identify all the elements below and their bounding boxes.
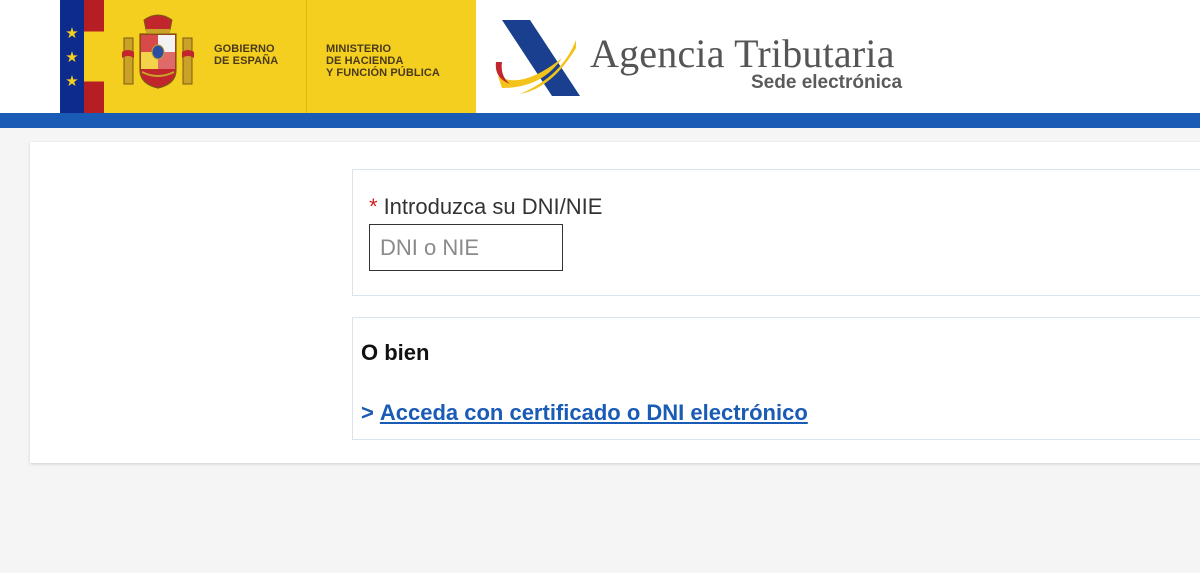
government-name-line: DE ESPAÑA: [214, 55, 279, 67]
site-header: ★ ★ ★ GOBIERNO DE ESPAÑA MINISTERIO DE H…: [0, 0, 1200, 113]
certificate-login-link[interactable]: Acceda con certificado o DNI electrónico: [380, 400, 808, 425]
required-mark: *: [369, 194, 378, 219]
dni-input[interactable]: [369, 224, 563, 271]
government-name-line: GOBIERNO: [214, 43, 275, 55]
header-blue-bar: [0, 113, 1200, 128]
ministry-name-line: MINISTERIO: [326, 43, 392, 55]
star-icon: ★: [65, 72, 79, 90]
certificate-link-row: > Acceda con certificado o DNI electrónic…: [361, 400, 808, 426]
divider: [306, 0, 307, 113]
star-icon: ★: [65, 48, 79, 66]
alternative-title: O bien: [361, 340, 430, 365]
eu-flag-strip: ★ ★ ★: [60, 0, 84, 113]
star-icon: ★: [65, 24, 79, 42]
dni-panel: * Introduzca su DNI/NIE: [352, 169, 1200, 296]
dni-label: * Introduzca su DNI/NIE: [369, 194, 602, 220]
login-card: *Introduzca su DNI/NIE O bien >Acceda co…: [30, 142, 1200, 463]
agencia-tributaria-logo-icon: [495, 20, 580, 96]
alternative-panel: O bien > Acceda con certificado o DNI ele…: [352, 317, 1200, 440]
agency-subtitle: Sede electrónica: [751, 72, 903, 93]
coat-of-arms-icon: [122, 14, 194, 89]
dni-label-text: Introduzca su DNI/NIE: [383, 194, 603, 219]
government-logo-block: ★ ★ ★ GOBIERNO DE ESPAÑA MINISTERIO DE H…: [60, 0, 476, 113]
ministry-name-line: Y FUNCIÓN PÚBLICA: [326, 67, 440, 79]
government-name: GOBIERNO DE ESPAÑA: [214, 43, 278, 67]
ministry-name: MINISTERIO DE HACIENDA Y FUNCIÓN PÚBLICA: [326, 43, 440, 79]
agency-title: Agencia Tributaria: [590, 31, 895, 76]
spain-flag-strip: [84, 0, 104, 113]
ministry-name-line: DE HACIENDA: [326, 55, 404, 67]
chevron-right-icon: >: [361, 400, 374, 425]
